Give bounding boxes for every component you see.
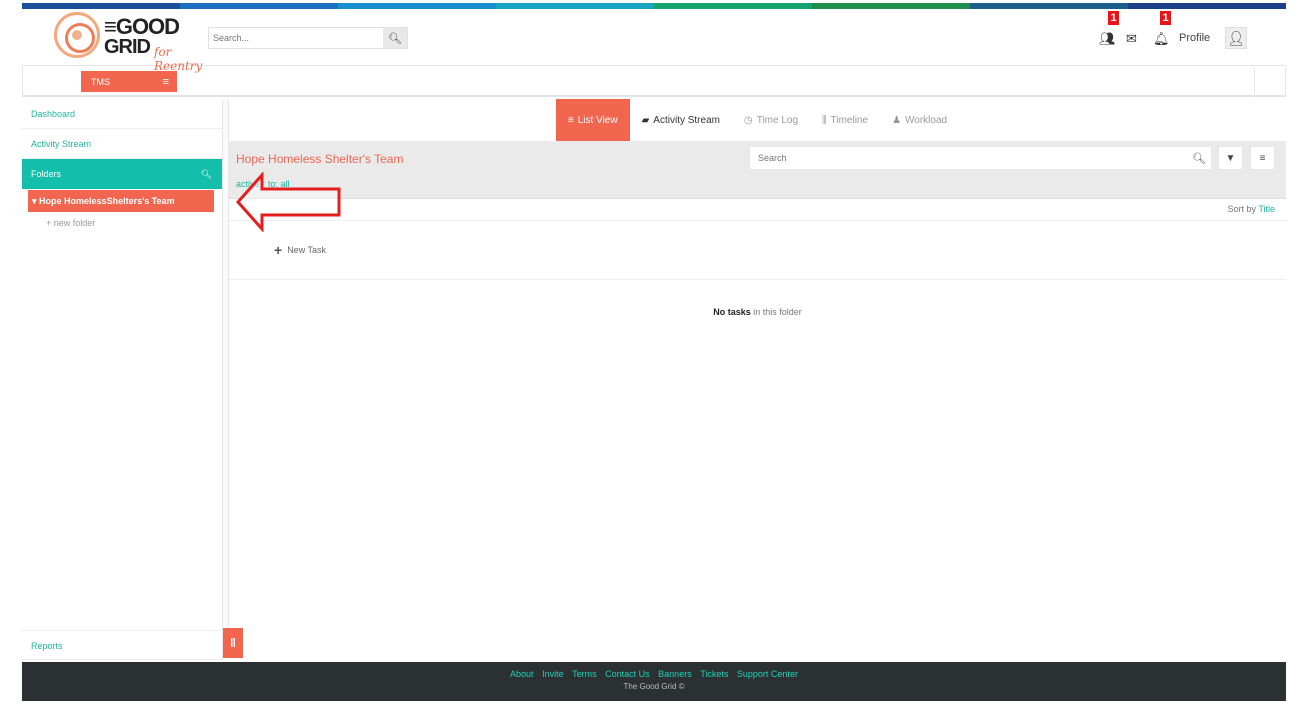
- tab-time-log[interactable]: ◷ Time Log: [732, 99, 810, 141]
- plus-icon: +: [274, 242, 283, 258]
- comment-icon: ▰: [641, 114, 650, 126]
- footer-link-support[interactable]: Support Center: [737, 669, 798, 679]
- sidebar: Dashboard Activity Stream Folders 🔍︎ ▾ H…: [22, 99, 223, 660]
- tab-label: Activity Stream: [653, 114, 720, 126]
- logo-sun-icon: [54, 12, 100, 58]
- annotation-arrow-icon: [236, 172, 341, 232]
- footer-link-invite[interactable]: Invite: [542, 669, 564, 679]
- search-icon[interactable]: 🔍︎: [1187, 152, 1211, 165]
- avatar[interactable]: 👤︎: [1225, 27, 1247, 49]
- folders-label: Folders: [31, 169, 62, 179]
- footer-link-about[interactable]: About: [510, 669, 534, 679]
- tab-list-view[interactable]: ≡ List View: [555, 99, 630, 141]
- copyright: The Good Grid ©: [623, 682, 685, 691]
- new-folder-link[interactable]: + new folder: [46, 218, 222, 228]
- empty-state: No tasks in this folder: [229, 307, 1286, 317]
- top-header: ≡GOOD GRID for Reentry 🔍︎ 👥︎ 1 ✉︎ 🔔︎ 1 P…: [22, 9, 1286, 73]
- filter-icon: ▼: [1225, 152, 1236, 164]
- folder-item-label: Hope HomelessShelters's Team: [39, 196, 175, 206]
- task-search: 🔍︎: [749, 146, 1212, 170]
- sort-value[interactable]: Title: [1258, 204, 1275, 214]
- bell-badge: 1: [1160, 11, 1171, 25]
- new-task-label: New Task: [287, 245, 327, 255]
- caret-down-icon: ▾: [32, 196, 37, 206]
- users-icon[interactable]: 👥︎: [1099, 31, 1116, 47]
- new-task-button[interactable]: + New Task: [274, 242, 326, 258]
- sort-row: Sort by Title: [229, 199, 1286, 221]
- sort-control[interactable]: Sort by Title: [1227, 204, 1275, 214]
- tab-label: Time Log: [756, 114, 799, 126]
- divider: [229, 279, 1286, 280]
- user-icon: ♟: [892, 114, 902, 126]
- empty-state-text: in this folder: [750, 307, 802, 317]
- sidebar-item-reports[interactable]: Reports: [22, 630, 222, 660]
- task-search-input[interactable]: [750, 153, 1187, 163]
- app-frame: ≡GOOD GRID for Reentry 🔍︎ 👥︎ 1 ✉︎ 🔔︎ 1 P…: [22, 0, 1286, 701]
- footer: About Invite Terms Contact Us Banners Ti…: [22, 662, 1286, 701]
- users-badge: 1: [1108, 11, 1119, 25]
- menu-icon: ≡: [1259, 152, 1266, 164]
- list-icon: ≡: [567, 114, 574, 126]
- footer-link-contact[interactable]: Contact Us: [605, 669, 650, 679]
- view-tabs: ≡ List View ▰ Activity Stream ◷ Time Log…: [229, 99, 1286, 141]
- tab-timeline[interactable]: ⫼ Timeline: [810, 99, 880, 141]
- tab-workload[interactable]: ♟ Workload: [880, 99, 959, 141]
- module-bar: TMS ≡: [22, 67, 1286, 97]
- profile-link[interactable]: Profile: [1179, 32, 1210, 44]
- timeline-icon: ⫼: [822, 114, 827, 126]
- tab-label: List View: [577, 114, 618, 126]
- empty-state-bold: No tasks: [713, 307, 751, 317]
- bell-icon[interactable]: 🔔︎: [1153, 31, 1170, 47]
- footer-link-tickets[interactable]: Tickets: [700, 669, 728, 679]
- divider: [1254, 67, 1255, 97]
- tab-label: Workload: [905, 114, 948, 126]
- options-button[interactable]: ≡: [1250, 146, 1275, 170]
- envelope-icon[interactable]: ✉︎: [1126, 31, 1137, 47]
- folder-item-team[interactable]: ▾ Hope HomelessShelters's Team: [28, 190, 214, 212]
- footer-links: About Invite Terms Contact Us Banners Ti…: [22, 662, 1286, 679]
- user-icon: 👤︎: [1227, 29, 1245, 46]
- menu-icon: ≡: [162, 75, 169, 88]
- tms-label: TMS: [91, 76, 110, 87]
- search-icon[interactable]: 🔍︎: [201, 169, 212, 180]
- search-icon: 🔍︎: [388, 32, 402, 45]
- header-search-input[interactable]: [209, 28, 383, 48]
- filter-button[interactable]: ▼: [1218, 146, 1243, 170]
- footer-link-banners[interactable]: Banners: [658, 669, 692, 679]
- logo-line2: GRID: [104, 36, 151, 58]
- team-toolbar: Hope Homeless Shelter's Team active to: …: [229, 141, 1286, 199]
- team-title: Hope Homeless Shelter's Team: [236, 152, 404, 166]
- tab-label: Timeline: [830, 114, 869, 126]
- tms-module-button[interactable]: TMS ≡: [81, 71, 177, 92]
- logo[interactable]: ≡GOOD GRID for Reentry: [54, 12, 202, 73]
- header-search: 🔍︎: [208, 27, 408, 49]
- sidebar-item-dashboard[interactable]: Dashboard: [22, 99, 222, 129]
- footer-link-terms[interactable]: Terms: [572, 669, 597, 679]
- search-button[interactable]: 🔍︎: [383, 28, 407, 48]
- clock-icon: ◷: [743, 114, 753, 126]
- tab-activity-stream[interactable]: ▰ Activity Stream: [630, 99, 732, 141]
- main-content: ≡ List View ▰ Activity Stream ◷ Time Log…: [229, 99, 1286, 660]
- folders-header[interactable]: Folders 🔍︎: [22, 159, 222, 189]
- sort-prefix: Sort by: [1227, 204, 1256, 214]
- sidebar-item-activity-stream[interactable]: Activity Stream: [22, 129, 222, 159]
